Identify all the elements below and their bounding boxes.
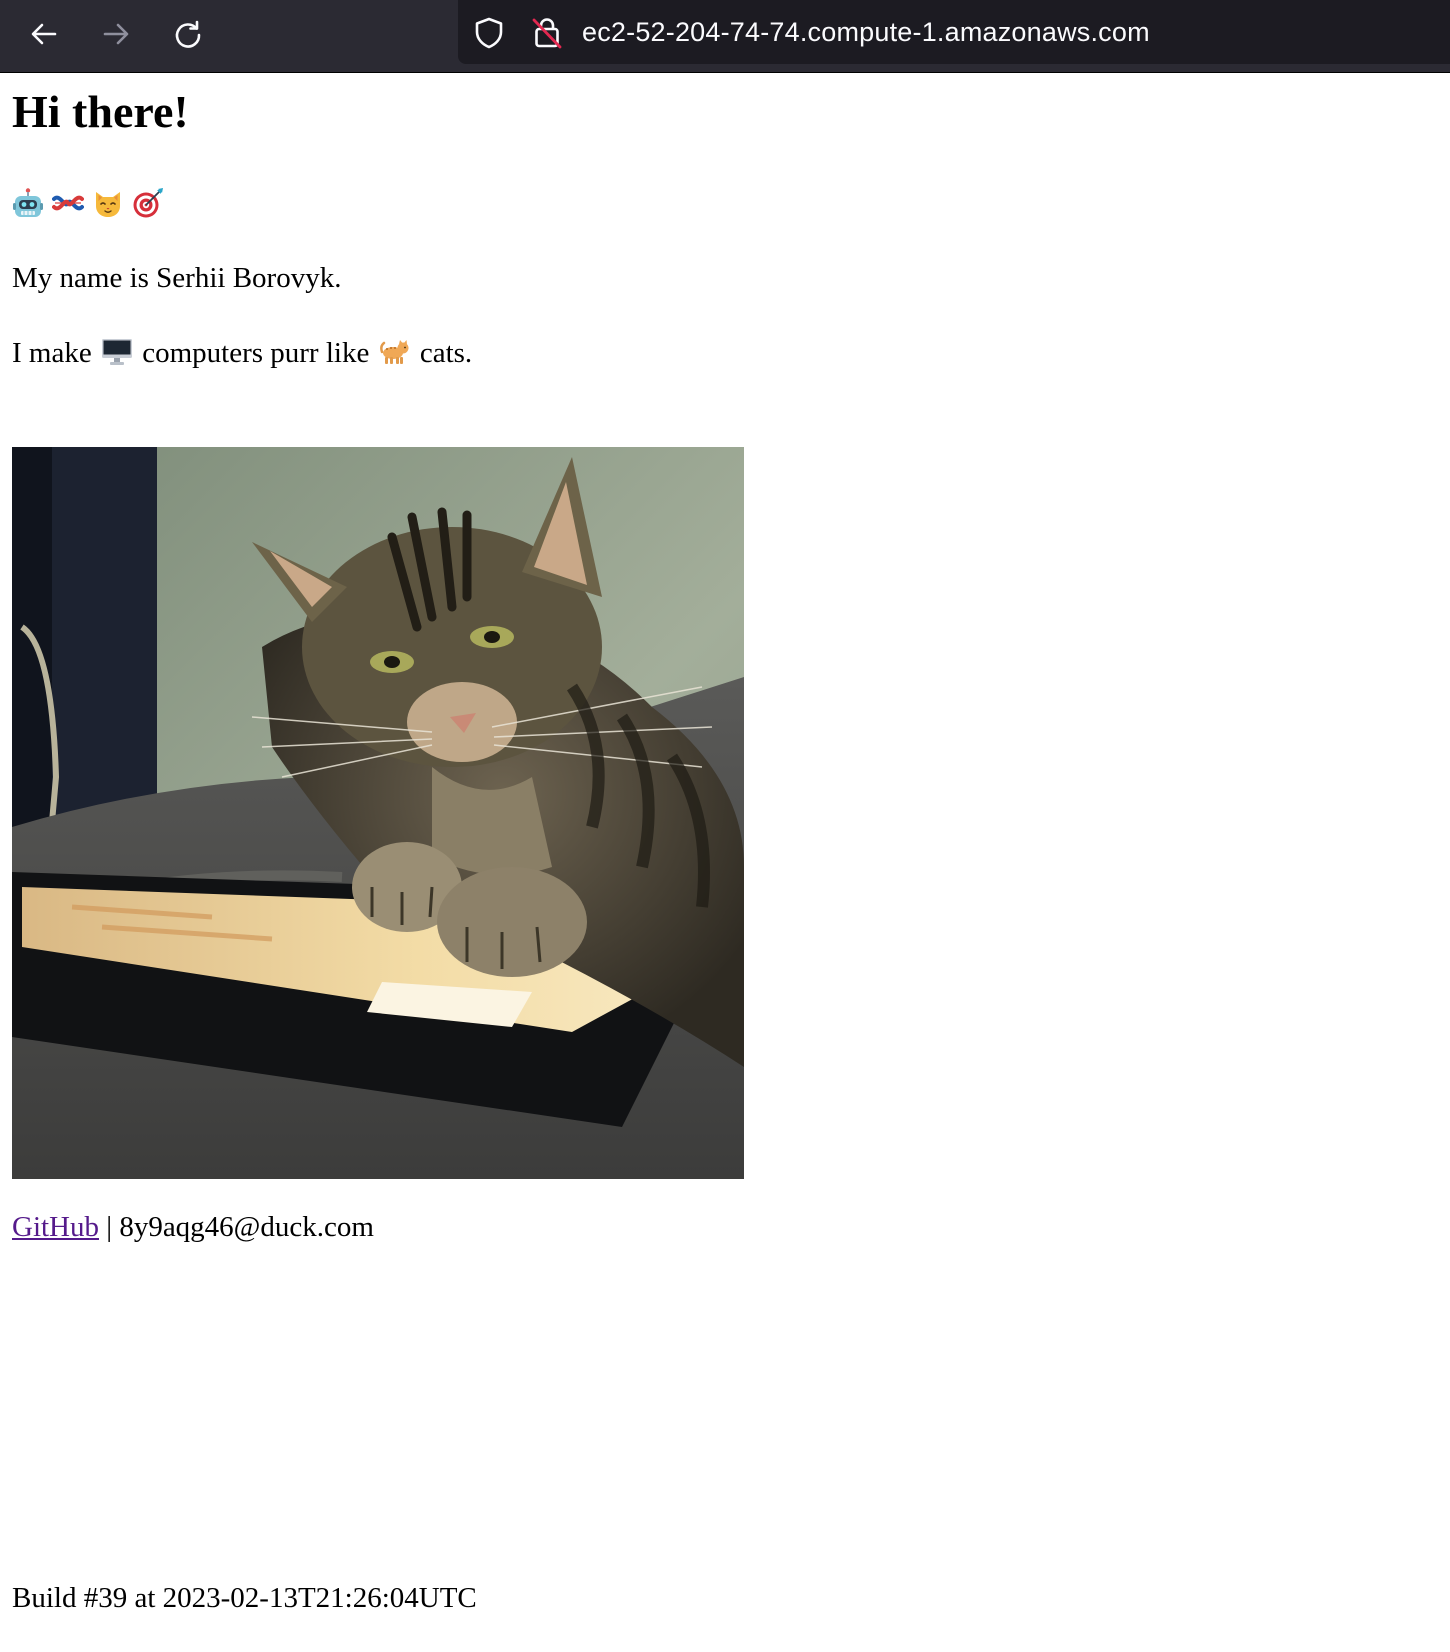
ukraine-knot-emoji — [52, 195, 84, 211]
insecure-lock-icon[interactable] — [530, 16, 564, 50]
cat-icon — [379, 340, 409, 364]
name-line: My name is Serhii Borovyk. — [12, 262, 342, 294]
url-text[interactable]: ec2-52-204-74-74.compute-1.amazonaws.com — [582, 17, 1150, 48]
purr-line: I make computers purr like cats. — [12, 336, 472, 371]
cat-photo — [12, 447, 744, 1179]
robot-emoji — [13, 188, 43, 217]
back-button[interactable] — [24, 14, 64, 54]
browser-toolbar: ec2-52-204-74-74.compute-1.amazonaws.com — [0, 0, 1450, 73]
address-bar[interactable]: ec2-52-204-74-74.compute-1.amazonaws.com — [458, 0, 1450, 64]
email-text: 8y9aqg46@duck.com — [119, 1211, 374, 1243]
target-emoji — [133, 188, 163, 218]
build-info: Build #39 at 2023-02-13T21:26:04UTC — [12, 1582, 477, 1614]
purr-line-after: cats. — [419, 337, 473, 369]
forward-button[interactable] — [96, 14, 136, 54]
cat-face-emoji — [96, 192, 120, 217]
reload-icon — [175, 20, 201, 48]
github-link[interactable]: GitHub — [12, 1211, 99, 1243]
purr-line-middle: computers purr like — [142, 337, 370, 369]
forward-arrow-icon — [103, 23, 129, 45]
emoji-row — [12, 187, 164, 223]
links-line: GitHub | 8y9aqg46@duck.com — [12, 1210, 374, 1245]
link-separator: | — [106, 1211, 113, 1243]
desktop-computer-icon — [101, 339, 132, 365]
shield-icon[interactable] — [472, 16, 506, 50]
back-arrow-icon — [31, 23, 57, 45]
purr-line-before: I make — [12, 337, 92, 369]
reload-button[interactable] — [168, 14, 208, 54]
page-title: Hi there! — [12, 86, 189, 137]
